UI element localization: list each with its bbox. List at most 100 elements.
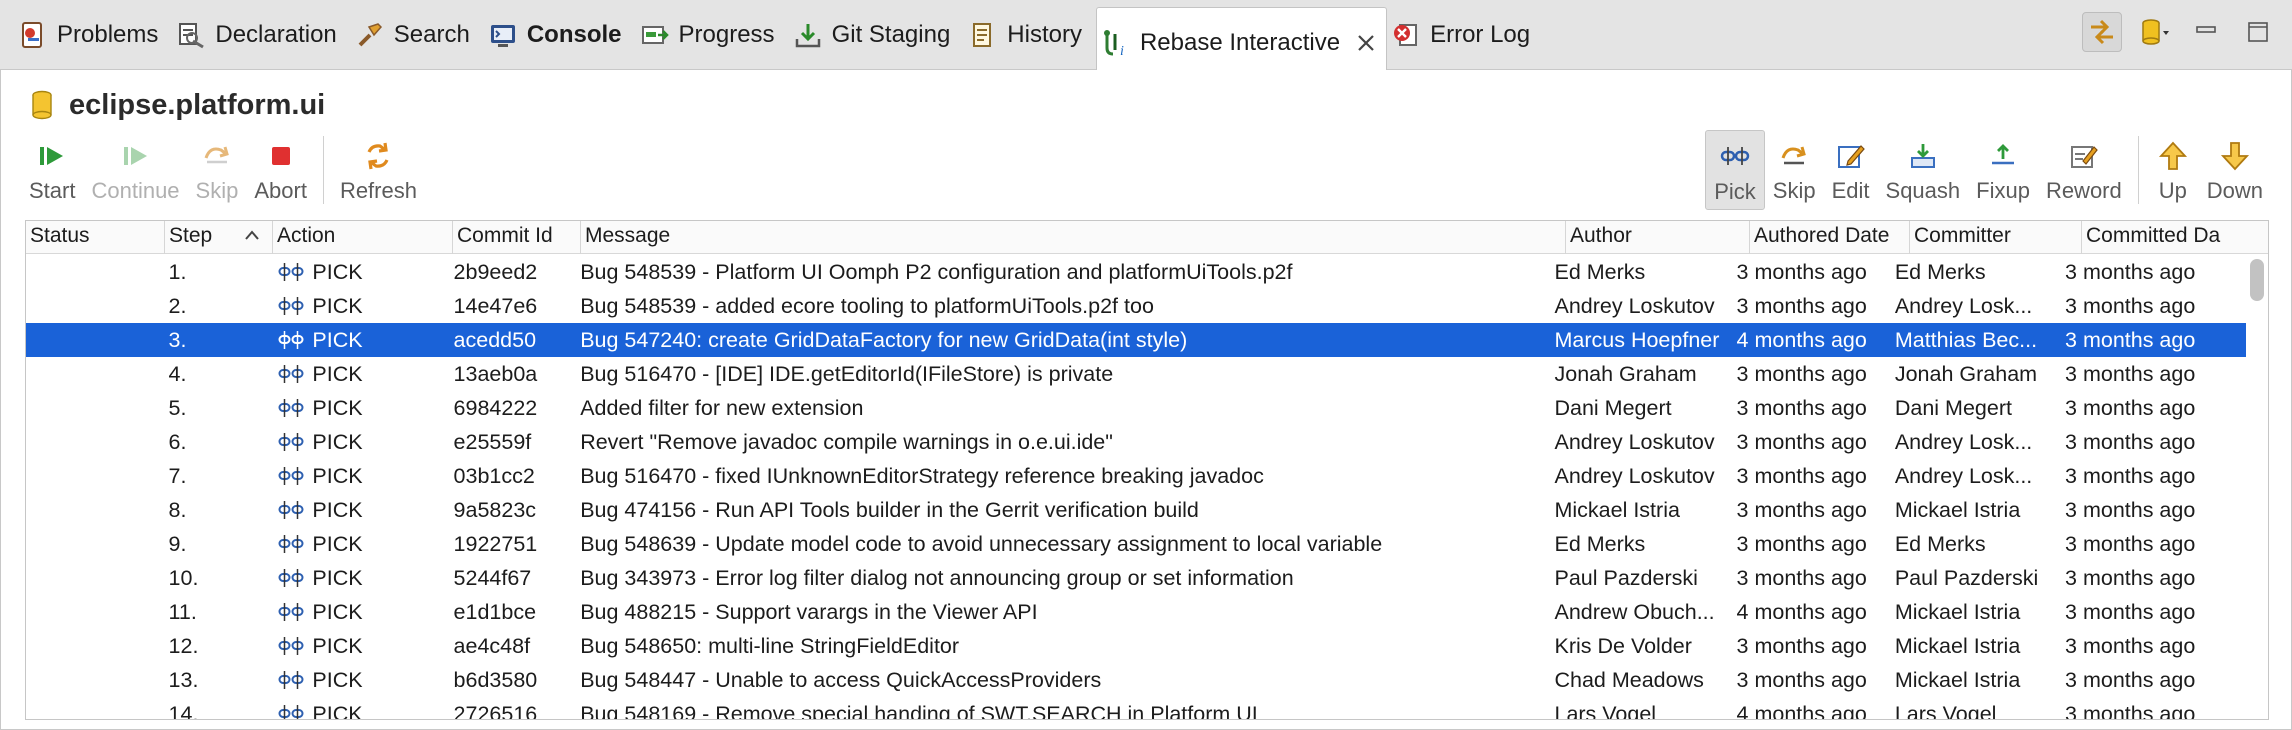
table-row[interactable]: 13. PICK b6d3580 Bug 548447 - Unable to acc… <box>26 663 2246 697</box>
column-header-step[interactable]: Step <box>165 221 273 254</box>
squash-button[interactable]: Squash <box>1878 130 1969 210</box>
cell-committed-date: 3 months ago <box>2065 464 2196 488</box>
cell-author: Mickael Istria <box>1554 498 1680 522</box>
close-icon[interactable] <box>1354 31 1378 55</box>
view-tab-bar: Problems Declaration Search Console Prog <box>0 0 2292 77</box>
cell-action: PICK <box>270 493 448 527</box>
column-header-committed-date[interactable]: Committed Da <box>2082 221 2268 254</box>
cell-commit-id: 03b1cc2 <box>453 464 535 488</box>
pick-icon <box>278 261 304 283</box>
fixup-button[interactable]: Fixup <box>1968 130 2038 210</box>
cell-step: 13. <box>168 668 199 692</box>
rebase-toolbar: Start Continue Skip Abort Refresh <box>21 130 425 210</box>
column-header-action[interactable]: Action <box>273 221 453 254</box>
rebase-steps-table[interactable]: Status Step Action Commit Id Message Aut… <box>25 220 2269 720</box>
skip-rebase-button[interactable]: Skip <box>188 130 247 210</box>
table-row[interactable]: 2. PICK 14e47e6 Bug 548539 - added ecore to… <box>26 289 2246 323</box>
action-label: PICK <box>312 294 363 318</box>
cell-status <box>26 391 164 425</box>
rebase-interactive-view: eclipse.platform.ui Start Continue Skip <box>0 70 2292 730</box>
maximize-icon[interactable] <box>2238 12 2278 52</box>
cell-author: Jonah Graham <box>1554 362 1697 386</box>
cell-action: PICK <box>270 357 448 391</box>
cell-message: Bug 488215 - Support varargs in the View… <box>580 600 1038 624</box>
link-with-selection-icon[interactable] <box>2082 12 2122 52</box>
vertical-scrollbar-thumb[interactable] <box>2250 259 2264 301</box>
cell-message: Bug 474156 - Run API Tools builder in th… <box>580 498 1199 522</box>
fixup-icon <box>1985 138 2021 174</box>
pick-icon <box>278 295 304 317</box>
pick-button[interactable]: Pick <box>1705 130 1765 210</box>
cell-message: Bug 516470 - fixed IUnknownEditorStrateg… <box>580 464 1264 488</box>
cell-status <box>26 425 164 459</box>
tab-console[interactable]: Console <box>484 7 636 63</box>
column-header-status[interactable]: Status <box>26 221 165 254</box>
tab-label: Search <box>393 21 470 48</box>
cell-author: Dani Megert <box>1554 396 1672 420</box>
cell-action: PICK <box>270 459 448 493</box>
column-header-authored-date[interactable]: Authored Date <box>1750 221 1910 254</box>
table-row[interactable]: 9. PICK 1922751 Bug 548639 - Update model c… <box>26 527 2246 561</box>
tab-label: Rebase Interactive <box>1139 28 1341 56</box>
error-log-icon <box>1391 20 1421 50</box>
table-row[interactable]: 4. PICK 13aeb0a Bug 516470 - [IDE] IDE.getE… <box>26 357 2246 391</box>
tab-git-staging[interactable]: Git Staging <box>789 7 965 63</box>
table-row[interactable]: 8. PICK 9a5823c Bug 474156 - Run API Tools … <box>26 493 2246 527</box>
move-down-button[interactable]: Down <box>2199 130 2271 210</box>
tab-progress[interactable]: Progress <box>636 7 789 63</box>
console-icon <box>488 20 518 50</box>
tab-problems[interactable]: Problems <box>14 7 172 63</box>
column-header-message[interactable]: Message <box>581 221 1566 254</box>
cell-author: Andrey Loskutov <box>1554 464 1715 488</box>
table-row[interactable]: 12. PICK ae4c48f Bug 548650: multi-line Str… <box>26 629 2246 663</box>
table-row[interactable]: 14. PICK 2726516 Bug 548169 - Remove specia… <box>26 697 2246 719</box>
cell-status <box>26 289 164 323</box>
tab-label: Error Log <box>1430 21 1531 48</box>
minimize-icon[interactable] <box>2186 12 2226 52</box>
cell-step: 4. <box>168 362 187 386</box>
cell-action: PICK <box>270 527 448 561</box>
reword-button[interactable]: Reword <box>2038 130 2130 210</box>
refresh-button[interactable]: Refresh <box>332 130 425 210</box>
tab-error-log[interactable]: Error Log <box>1387 7 1544 63</box>
continue-button[interactable]: Continue <box>83 130 187 210</box>
edit-button[interactable]: Edit <box>1824 130 1878 210</box>
cell-status <box>26 255 164 289</box>
column-header-author[interactable]: Author <box>1566 221 1750 254</box>
cell-committed-date: 3 months ago <box>2065 498 2196 522</box>
action-label: PICK <box>312 430 363 454</box>
cell-committer: Ed Merks <box>1894 260 1986 284</box>
cell-commit-id: e1d1bce <box>453 600 537 624</box>
cell-author: Ed Merks <box>1554 532 1646 556</box>
cell-author: Andrey Loskutov <box>1554 294 1715 318</box>
abort-button[interactable]: Abort <box>246 130 315 210</box>
tab-search[interactable]: Search <box>351 7 484 63</box>
column-header-label: Step <box>169 224 213 247</box>
tab-history[interactable]: History <box>964 7 1096 63</box>
cell-committed-date: 3 months ago <box>2065 532 2196 556</box>
table-row[interactable]: 10. PICK 5244f67 Bug 343973 - Error log fil… <box>26 561 2246 595</box>
pick-icon <box>278 703 304 719</box>
table-row[interactable]: 5. PICK 6984222 Added filter for new extens… <box>26 391 2246 425</box>
pick-icon <box>278 635 304 657</box>
table-row[interactable]: 6. PICK e25559f Revert "Remove javadoc comp… <box>26 425 2246 459</box>
skip-step-button[interactable]: Skip <box>1765 130 1824 210</box>
cell-committer: Ed Merks <box>1894 532 1986 556</box>
cell-step: 10. <box>168 566 199 590</box>
action-label: PICK <box>312 260 363 284</box>
tab-declaration[interactable]: Declaration <box>172 7 350 63</box>
start-button[interactable]: Start <box>21 130 83 210</box>
tab-rebase-interactive[interactable]: i Rebase Interactive <box>1095 7 1388 77</box>
cell-commit-id: 14e47e6 <box>453 294 538 318</box>
table-row[interactable]: 3. PICK acedd50 Bug 547240: create GridData… <box>26 323 2246 357</box>
column-header-commit-id[interactable]: Commit Id <box>453 221 581 254</box>
table-row[interactable]: 1. PICK 2b9eed2 Bug 548539 - Platform UI Oo… <box>26 255 2246 289</box>
column-header-committer[interactable]: Committer <box>1910 221 2082 254</box>
table-row[interactable]: 11. PICK e1d1bce Bug 488215 - Support varar… <box>26 595 2246 629</box>
action-label: PICK <box>312 668 363 692</box>
action-label: PICK <box>312 498 363 522</box>
action-label: PICK <box>312 532 363 556</box>
repository-icon[interactable] <box>2134 12 2174 52</box>
move-up-button[interactable]: Up <box>2147 130 2199 210</box>
table-row[interactable]: 7. PICK 03b1cc2 Bug 516470 - fixed IUnknown… <box>26 459 2246 493</box>
